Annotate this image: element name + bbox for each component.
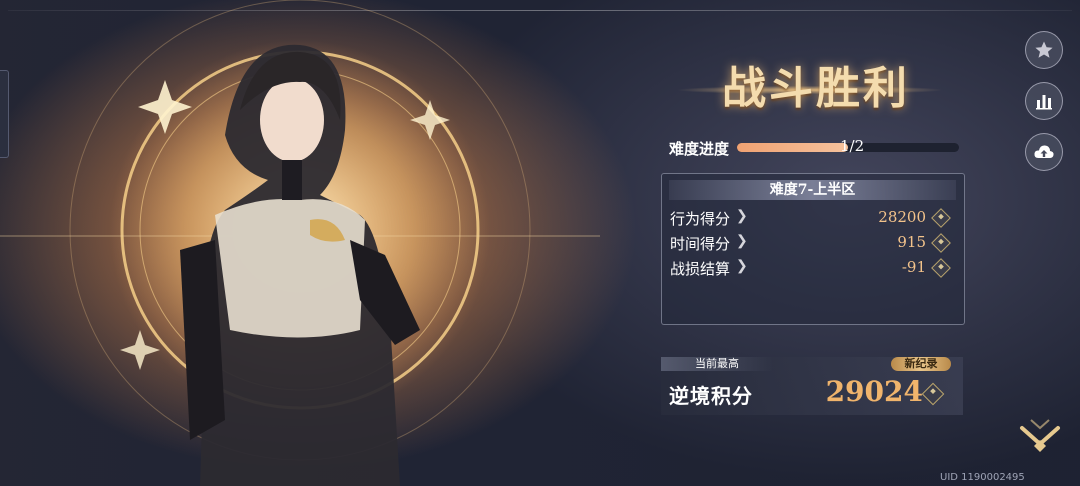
difficulty-header: 难度7-上半区 — [669, 180, 956, 200]
points-gem-icon — [931, 208, 951, 228]
score-panel: 难度7-上半区 行为得分 ❯ 28200 时间得分 ❯ 915 战损结算 ❯ -… — [661, 173, 965, 325]
row-value: -91 — [901, 258, 926, 276]
points-gem-icon — [921, 382, 945, 406]
chevron-right-icon: ❯ — [736, 208, 748, 224]
upload-button[interactable] — [1025, 133, 1063, 171]
chevron-right-icon: ❯ — [736, 258, 748, 274]
favorite-button[interactable] — [1025, 31, 1063, 69]
difficulty-progress-text: 1/2 — [840, 137, 865, 155]
adversity-score-value: 29024 — [825, 375, 923, 408]
confirm-continue-button[interactable] — [1018, 418, 1062, 458]
score-row-damage[interactable]: 战损结算 ❯ -91 — [670, 258, 954, 278]
row-label: 行为得分 — [670, 210, 731, 228]
adversity-score-label: 逆境积分 — [669, 384, 753, 408]
character-face — [260, 78, 324, 162]
score-row-time[interactable]: 时间得分 ❯ 915 — [670, 233, 954, 253]
star-icon — [1035, 41, 1053, 58]
row-value: 28200 — [878, 208, 926, 226]
bar-chart-icon — [1036, 95, 1052, 110]
points-gem-icon — [931, 258, 951, 278]
score-row-behavior[interactable]: 行为得分 ❯ 28200 — [670, 208, 954, 228]
difficulty-progress-label: 难度进度 — [669, 140, 730, 158]
chevron-down-icon — [1020, 419, 1060, 452]
new-record-badge: 新纪录 — [891, 357, 951, 371]
row-label: 时间得分 — [670, 235, 731, 253]
points-gem-icon — [931, 233, 951, 253]
character-cloak — [215, 199, 365, 338]
battle-result-title: 战斗胜利 — [722, 63, 910, 114]
best-score-box: 当前最高 新纪录 逆境积分 29024 — [661, 357, 963, 415]
character-illustration — [0, 0, 600, 486]
difficulty-progress-fill — [737, 143, 848, 152]
row-value: 915 — [897, 233, 926, 251]
cloud-upload-icon — [1034, 145, 1054, 158]
statistics-button[interactable] — [1025, 82, 1063, 120]
chevron-right-icon: ❯ — [736, 233, 748, 249]
user-id: UID 1190002495 — [940, 472, 1025, 483]
row-label: 战损结算 — [670, 260, 731, 278]
current-best-tag: 当前最高 — [661, 357, 773, 371]
